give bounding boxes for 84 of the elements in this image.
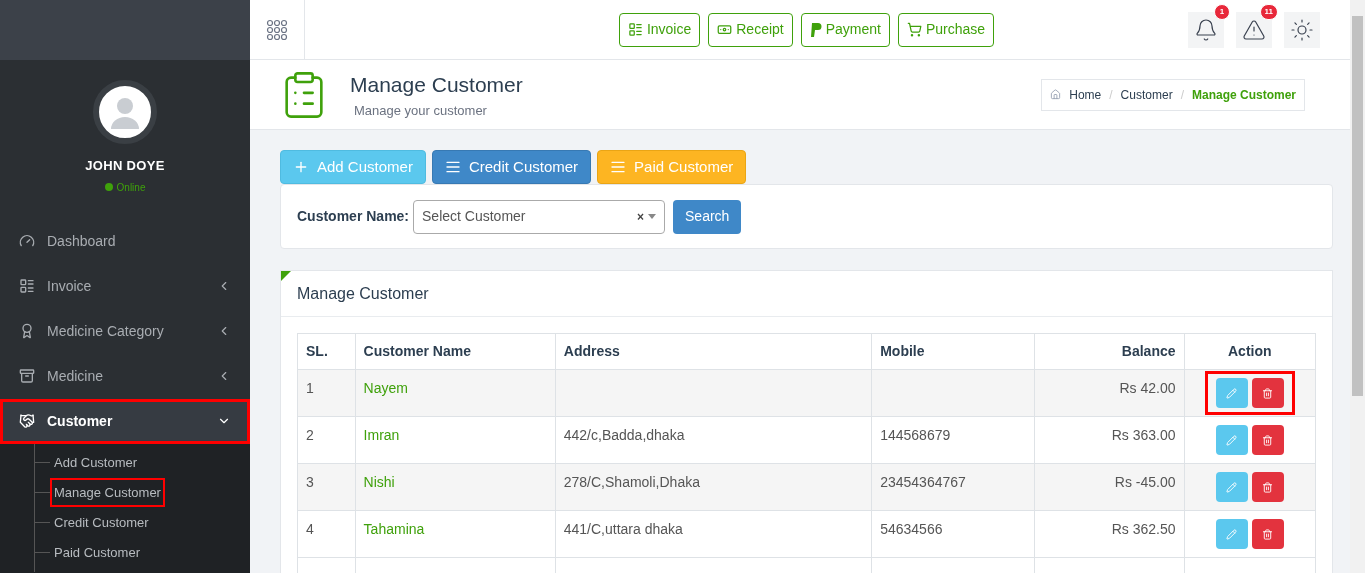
apps-grid-icon[interactable] [266, 18, 288, 41]
page-title: Manage Customer [350, 72, 523, 98]
table-cell: 54634566 [871, 510, 1035, 558]
customer-name-link[interactable]: Tahamina [355, 510, 556, 558]
shortcut-button[interactable]: Purchase [897, 12, 995, 47]
table-cell: Rs -45.00 [1034, 463, 1185, 511]
action-button[interactable]: Credit Customer [431, 150, 592, 184]
delete-button[interactable] [1251, 378, 1284, 408]
breadcrumb-link[interactable]: Customer [1120, 85, 1173, 104]
submenu-item[interactable]: Credit Customer [50, 507, 153, 538]
trash-icon [1262, 481, 1274, 493]
sidebar-item[interactable]: Customer [0, 398, 250, 444]
user-name: JOHN DOYE [85, 157, 165, 175]
dropdown-caret-icon [648, 214, 657, 219]
clear-button[interactable]: × [637, 207, 645, 226]
breadcrumb-link[interactable]: Manage Customer [1191, 85, 1296, 104]
table-cell: 144568679 [871, 416, 1035, 464]
shortcut-button[interactable]: Payment [800, 12, 890, 47]
table-cell: 23454364767 [871, 463, 1035, 511]
page-subtitle: Manage your customer [354, 101, 488, 120]
trash-icon [1262, 528, 1274, 540]
delete-button[interactable] [1251, 519, 1284, 549]
submenu-item[interactable]: Manage Customer [50, 477, 165, 508]
list-icon [444, 159, 461, 175]
shortcut-icon [906, 22, 922, 37]
column-header: Customer Name [355, 333, 556, 370]
filter-label: Customer Name: [297, 207, 410, 226]
sidebar-item[interactable]: Medicine Category [0, 308, 250, 354]
shortcut-icon [717, 22, 733, 37]
warning-icon [1242, 17, 1266, 42]
delete-button[interactable] [1251, 472, 1284, 502]
corner-triangle-icon [281, 271, 291, 281]
breadcrumb-separator: / [1180, 86, 1184, 104]
table-cell: 278/C,Shamoli,Dhaka [555, 463, 872, 511]
trash-icon [1262, 434, 1274, 446]
sidebar-item[interactable]: Medicine [0, 353, 250, 399]
notification-button[interactable] [1188, 11, 1224, 48]
submenu-item[interactable]: Add Customer [50, 447, 142, 478]
plus-icon [293, 159, 309, 175]
breadcrumb-link[interactable]: Home [1069, 85, 1102, 104]
pencil-icon [1226, 528, 1238, 540]
sidebar-item[interactable]: Dashboard [0, 218, 250, 264]
breadcrumb-separator: / [1109, 86, 1113, 104]
table-cell: 441/C,uttara dhaka [555, 510, 872, 558]
home-icon [1050, 89, 1062, 100]
customer-name-link[interactable]: Nishi [355, 463, 556, 511]
bell-icon [1194, 17, 1218, 42]
customer-name-link[interactable]: Nayem [355, 369, 556, 417]
column-header: SL. [297, 333, 356, 370]
shortcut-button[interactable]: Receipt [708, 12, 793, 47]
customer-name-link[interactable]: Imran [355, 416, 556, 464]
customer-select[interactable]: Select Customer × [413, 199, 666, 234]
shortcut-button[interactable]: Invoice [618, 12, 701, 47]
column-header: Action [1184, 333, 1316, 370]
column-header: Address [555, 333, 872, 370]
panel-title: Manage Customer [297, 283, 429, 304]
pencil-icon [1226, 434, 1238, 446]
table-cell: 442/c,Badda,dhaka [555, 416, 872, 464]
table-cell: 3 [297, 463, 356, 511]
notification-button[interactable] [1284, 11, 1320, 48]
user-silhouette-icon [110, 95, 140, 129]
column-header: Balance [1034, 333, 1185, 370]
list-icon [610, 159, 627, 175]
table-cell: 1 [297, 369, 356, 417]
pencil-icon [1226, 481, 1238, 493]
search-button[interactable]: Search [673, 199, 742, 234]
shortcut-icon [627, 22, 643, 37]
sidebar-item[interactable]: Invoice [0, 263, 250, 309]
table-cell: 4 [297, 510, 356, 558]
column-header: Mobile [871, 333, 1035, 370]
settings-icon [1290, 17, 1314, 42]
submenu-item[interactable]: Paid Customer [50, 537, 144, 568]
notification-badge: 1 [1214, 3, 1230, 20]
delete-button[interactable] [1251, 425, 1284, 455]
notification-badge: 11 [1259, 3, 1278, 20]
table-cell: Rs 362.50 [1034, 510, 1185, 558]
table-cell: Rs 42.00 [1034, 369, 1185, 417]
trash-icon [1262, 387, 1274, 399]
table-cell: Rs 363.00 [1034, 416, 1185, 464]
paypal-icon [809, 22, 822, 37]
notification-button[interactable] [1236, 11, 1272, 48]
table-cell: 2 [297, 416, 356, 464]
user-status: Online [116, 180, 146, 195]
pencil-icon [1226, 387, 1238, 399]
